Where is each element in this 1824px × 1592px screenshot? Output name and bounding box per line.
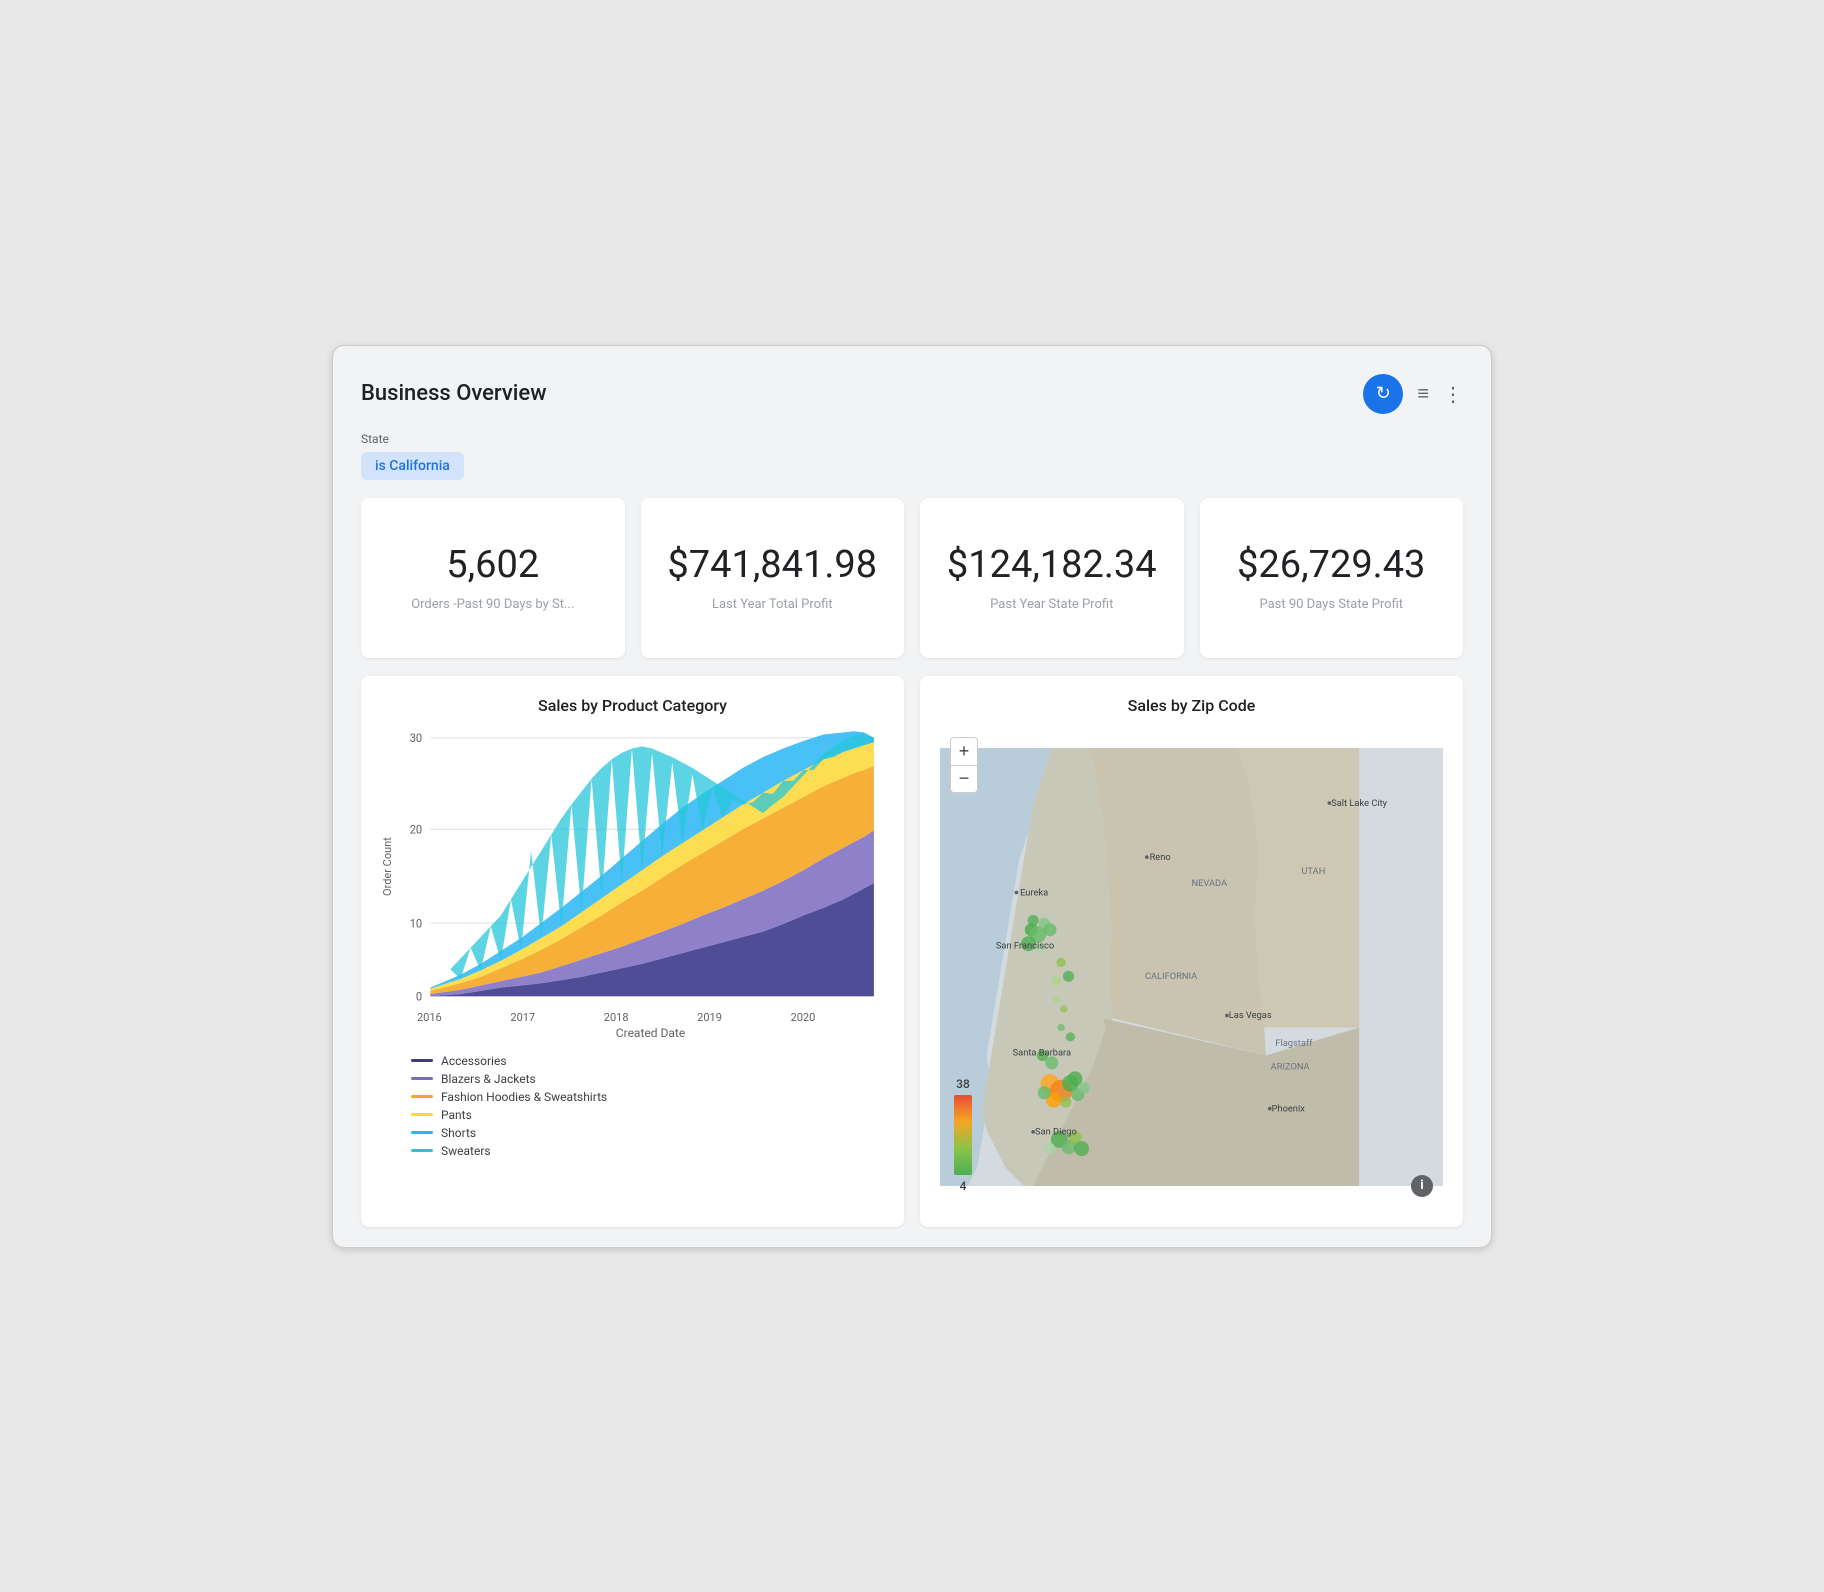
legend-color-blazers: [411, 1077, 433, 1080]
kpi-row: 5,602 Orders -Past 90 Days by St... $741…: [361, 498, 1463, 658]
kpi-value-last-year-profit: $741,841.98: [667, 543, 877, 587]
legend-label-sweaters: Sweaters: [441, 1144, 491, 1158]
category-chart-wrapper: Order Count 30 20 10 0: [381, 727, 884, 1158]
legend-color-accessories: [411, 1059, 433, 1062]
charts-row: Sales by Product Category Order Count 30: [361, 676, 1463, 1227]
map-wrapper: Eureka Reno Salt Lake City NEVADA UTAH S…: [940, 727, 1443, 1207]
svg-text:30: 30: [410, 730, 422, 744]
filter-chip[interactable]: is California: [361, 452, 464, 480]
x-axis-title: Created Date: [417, 1026, 884, 1040]
chart-svg: 30 20 10 0: [400, 727, 884, 1007]
x-tick-2018: 2018: [604, 1011, 629, 1024]
kpi-card-past-year-state: $124,182.34 Past Year State Profit: [920, 498, 1184, 658]
legend-item-shorts: Shorts: [411, 1126, 884, 1140]
legend-scale: 38 4: [954, 1077, 972, 1193]
svg-text:0: 0: [416, 989, 422, 1003]
legend-label-pants: Pants: [441, 1108, 472, 1122]
dashboard: Business Overview ↻ ≡ ⋮ State is Califor…: [332, 345, 1492, 1248]
svg-text:UTAH: UTAH: [1301, 865, 1325, 876]
svg-text:Salt Lake City: Salt Lake City: [1331, 797, 1387, 808]
map-controls: + −: [950, 737, 978, 793]
page-title: Business Overview: [361, 381, 547, 406]
kpi-card-last-year-profit: $741,841.98 Last Year Total Profit: [641, 498, 905, 658]
map-svg: Eureka Reno Salt Lake City NEVADA UTAH S…: [940, 727, 1443, 1207]
legend-color-pants: [411, 1113, 433, 1116]
header: Business Overview ↻ ≡ ⋮: [361, 374, 1463, 414]
svg-text:San Diego: San Diego: [1035, 1126, 1077, 1137]
legend-scale-min: 4: [960, 1179, 967, 1193]
svg-text:NEVADA: NEVADA: [1192, 877, 1228, 888]
filter-label: State: [361, 432, 1463, 446]
kpi-card-orders: 5,602 Orders -Past 90 Days by St...: [361, 498, 625, 658]
kpi-label-last-year-profit: Last Year Total Profit: [712, 597, 833, 612]
kpi-label-past-year-state: Past Year State Profit: [990, 597, 1113, 612]
kpi-value-past-year-state: $124,182.34: [947, 543, 1157, 587]
kpi-label-orders: Orders -Past 90 Days by St...: [411, 597, 574, 612]
kpi-value-past-90-state: $26,729.43: [1237, 543, 1425, 587]
svg-text:San Francisco: San Francisco: [996, 940, 1054, 951]
legend-scale-max: 38: [956, 1077, 970, 1091]
filter-icon[interactable]: ≡: [1417, 381, 1429, 406]
map-chart-card: Sales by Zip Code: [920, 676, 1463, 1227]
legend-item-accessories: Accessories: [411, 1054, 884, 1068]
category-chart-title: Sales by Product Category: [381, 696, 884, 715]
svg-text:CALIFORNIA: CALIFORNIA: [1145, 971, 1197, 982]
zoom-out-button[interactable]: −: [950, 765, 978, 793]
x-tick-2019: 2019: [697, 1011, 722, 1024]
filter-bar: State is California: [361, 432, 1463, 480]
svg-text:Flagstaff: Flagstaff: [1275, 1038, 1313, 1049]
svg-text:Las Vegas: Las Vegas: [1229, 1010, 1272, 1021]
chart-legend: Accessories Blazers & Jackets Fashion Ho…: [381, 1054, 884, 1158]
zoom-in-button[interactable]: +: [950, 737, 978, 765]
x-axis-labels: 2016 2017 2018 2019 2020: [417, 1007, 884, 1024]
legend-color-shorts: [411, 1131, 433, 1134]
legend-item-sweaters: Sweaters: [411, 1144, 884, 1158]
legend-label-accessories: Accessories: [441, 1054, 507, 1068]
chart-inner: 30 20 10 0: [400, 727, 884, 1007]
kpi-label-past-90-state: Past 90 Days State Profit: [1259, 597, 1403, 612]
legend-item-hoodies: Fashion Hoodies & Sweatshirts: [411, 1090, 884, 1104]
info-button[interactable]: i: [1411, 1175, 1433, 1197]
legend-scale-bar: [954, 1095, 972, 1175]
legend-label-shorts: Shorts: [441, 1126, 476, 1140]
svg-text:20: 20: [410, 822, 422, 836]
refresh-button[interactable]: ↻: [1363, 374, 1403, 414]
svg-text:Reno: Reno: [1150, 851, 1171, 862]
legend-item-pants: Pants: [411, 1108, 884, 1122]
kpi-value-orders: 5,602: [446, 543, 539, 587]
svg-text:Phoenix: Phoenix: [1272, 1103, 1306, 1114]
more-icon[interactable]: ⋮: [1443, 382, 1463, 406]
legend-label-hoodies: Fashion Hoodies & Sweatshirts: [441, 1090, 607, 1104]
kpi-card-past-90-state: $26,729.43 Past 90 Days State Profit: [1200, 498, 1464, 658]
legend-color-sweaters: [411, 1149, 433, 1152]
legend-label-blazers: Blazers & Jackets: [441, 1072, 536, 1086]
chart-area: Order Count 30 20 10 0: [381, 727, 884, 1007]
header-actions: ↻ ≡ ⋮: [1363, 374, 1463, 414]
y-axis-label: Order Count: [381, 727, 394, 1007]
legend-color-hoodies: [411, 1095, 433, 1098]
svg-text:Eureka: Eureka: [1020, 887, 1048, 898]
category-chart-card: Sales by Product Category Order Count 30: [361, 676, 904, 1227]
x-tick-2020: 2020: [791, 1011, 816, 1024]
svg-text:ARIZONA: ARIZONA: [1271, 1061, 1310, 1072]
svg-text:Santa Barbara: Santa Barbara: [1013, 1047, 1071, 1058]
x-tick-2016: 2016: [417, 1011, 442, 1024]
map-chart-title: Sales by Zip Code: [940, 696, 1443, 715]
x-tick-2017: 2017: [510, 1011, 535, 1024]
svg-text:10: 10: [410, 915, 422, 929]
legend-item-blazers: Blazers & Jackets: [411, 1072, 884, 1086]
